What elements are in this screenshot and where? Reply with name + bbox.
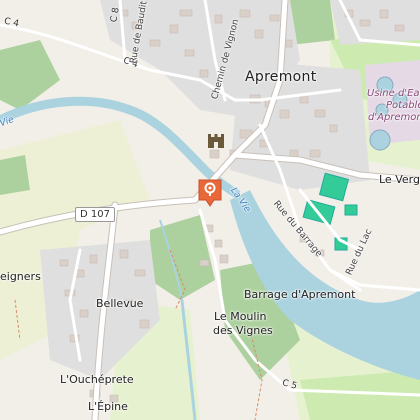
place-label-bellevue: Bellevue <box>96 297 144 310</box>
map-base-layer <box>0 0 420 420</box>
place-label-eigners: eigners <box>0 270 41 283</box>
place-label-moulin-1: Le Moulin <box>214 310 267 323</box>
road-shield-d107: D 107 <box>75 207 115 222</box>
location-pin-icon[interactable] <box>197 178 223 208</box>
map-canvas[interactable]: Apremont Bellevue Le Moulin des Vignes L… <box>0 0 420 420</box>
place-label-ouchepre: L'Ouchéprete <box>60 373 134 386</box>
place-label-moulin-2: des Vignes <box>213 324 273 337</box>
place-label-barrage: Barrage d'Apremont <box>244 288 356 301</box>
poi-label-usine-1: Usine d'Eau <box>367 88 420 99</box>
place-label-verge: Le Verge <box>379 173 420 186</box>
place-label-epine: L'Épine <box>88 400 128 413</box>
castle-icon <box>208 134 224 148</box>
poi-label-usine-3: d'Apremont <box>368 112 420 123</box>
town-label: Apremont <box>245 69 317 85</box>
poi-label-usine-2: Potable <box>386 100 420 111</box>
